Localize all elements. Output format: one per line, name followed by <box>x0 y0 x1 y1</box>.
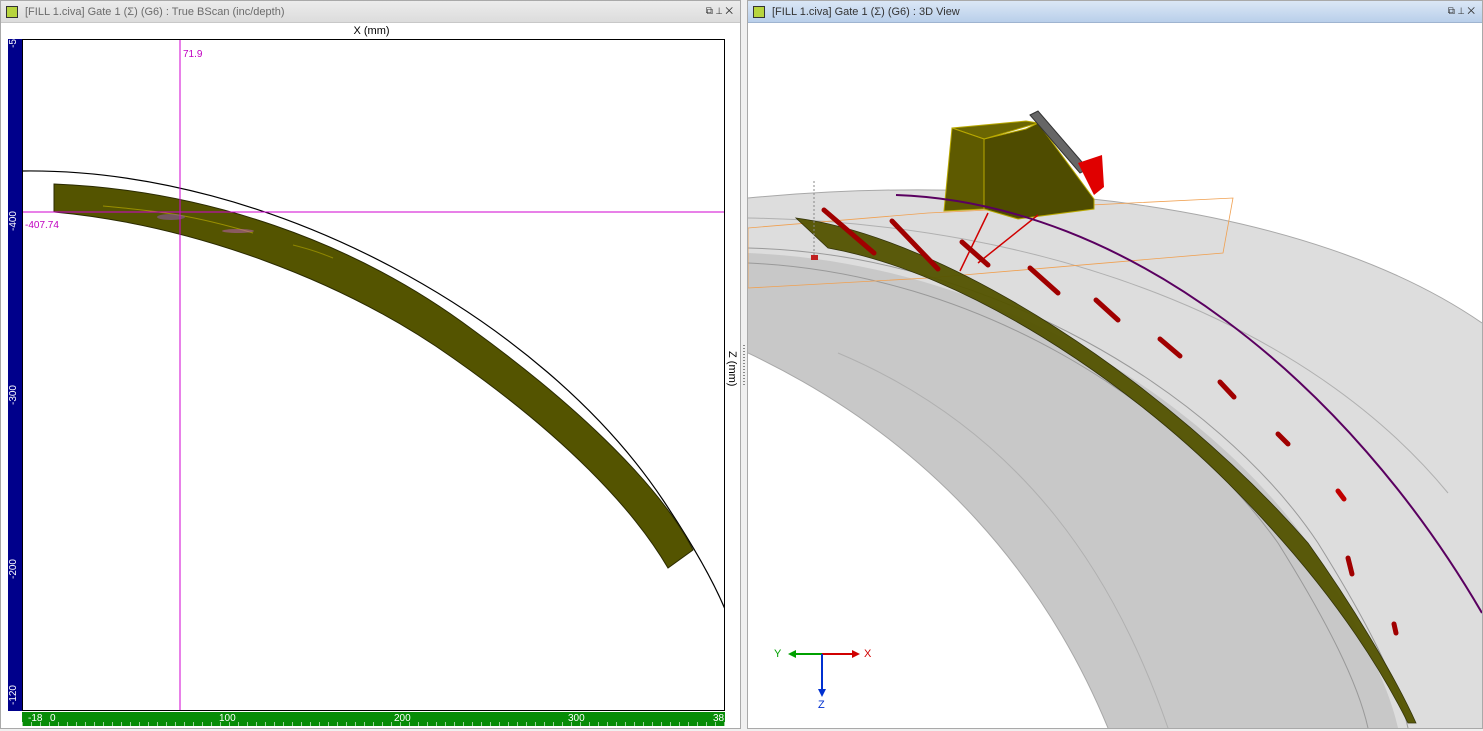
x-ruler-tick: 0 <box>50 713 56 724</box>
restore-icon[interactable]: ⧉ <box>706 6 716 17</box>
y-axis-label: Y <box>774 648 782 660</box>
window-controls[interactable]: ⧉⊥✕ <box>706 1 736 23</box>
pin-icon[interactable]: ⊥ <box>716 6 725 17</box>
bscan-titlebar[interactable]: [FILL 1.civa] Gate 1 (Σ) (G6) : True BSc… <box>1 1 740 23</box>
x-ruler-tick: 38 <box>713 713 725 724</box>
restore-icon[interactable]: ⧉ <box>1448 6 1458 17</box>
indication-blob <box>222 229 254 233</box>
pipe-outer-arc <box>23 170 724 609</box>
z-ruler-tick: -5 <box>8 39 19 48</box>
view3d-canvas[interactable]: Y X Z <box>748 23 1482 728</box>
probe-wedge-front <box>943 127 985 212</box>
pin-icon[interactable]: ⊥ <box>1458 6 1467 17</box>
x-ruler-ticks <box>22 722 725 726</box>
x-ruler-tick: 300 <box>568 713 585 724</box>
splitter-grip[interactable] <box>743 345 745 385</box>
x-axis-label: X <box>864 648 872 660</box>
z-ruler-tick: -200 <box>8 559 19 580</box>
close-icon[interactable]: ✕ <box>725 6 736 17</box>
x-ruler-tick: 100 <box>219 713 236 724</box>
weld-band <box>53 183 694 569</box>
view3d-title: [FILL 1.civa] Gate 1 (Σ) (G6) : 3D View <box>772 6 960 18</box>
x-ruler-tick: -18 <box>28 713 43 724</box>
defect-marker-small <box>811 255 818 260</box>
x-ruler-tick: 200 <box>394 713 411 724</box>
bscan-canvas[interactable] <box>23 40 725 711</box>
x-ruler[interactable]: -18 0 100 200 300 38 <box>22 712 725 726</box>
cursor-z-value: -407.74 <box>25 220 59 231</box>
scene-3d[interactable] <box>748 23 1482 728</box>
z-axis-arrowhead <box>818 689 826 697</box>
close-icon[interactable]: ✕ <box>1467 6 1478 17</box>
window-icon <box>6 6 18 18</box>
indication-blob <box>157 214 185 220</box>
bscan-title: [FILL 1.civa] Gate 1 (Σ) (G6) : True BSc… <box>25 6 285 18</box>
view3d-titlebar[interactable]: [FILL 1.civa] Gate 1 (Σ) (G6) : 3D View … <box>748 1 1482 23</box>
bscan-plot[interactable]: 71.9 -407.74 <box>22 39 725 711</box>
probe-wedge-side <box>983 122 1095 220</box>
x-axis-arrowhead <box>852 650 860 658</box>
z-axis-title: Z (mm) <box>726 351 738 387</box>
z-axis-label: Z <box>818 699 825 711</box>
window-icon <box>753 6 765 18</box>
view3d-panel[interactable]: [FILL 1.civa] Gate 1 (Σ) (G6) : 3D View … <box>747 0 1483 729</box>
cursor-x-value: 71.9 <box>183 49 203 60</box>
x-axis-title: X (mm) <box>353 25 390 37</box>
z-ruler-tick: -300 <box>8 385 19 406</box>
z-ruler[interactable]: -5 -400 -300 -200 -120 <box>8 39 22 711</box>
z-ruler-tick: -120 <box>8 685 19 706</box>
defect-marker <box>1391 621 1399 636</box>
y-axis-arrowhead <box>788 650 796 658</box>
window-controls[interactable]: ⧉⊥✕ <box>1448 1 1478 23</box>
z-ruler-tick: -400 <box>8 211 19 232</box>
bscan-panel[interactable]: [FILL 1.civa] Gate 1 (Σ) (G6) : True BSc… <box>0 0 741 729</box>
